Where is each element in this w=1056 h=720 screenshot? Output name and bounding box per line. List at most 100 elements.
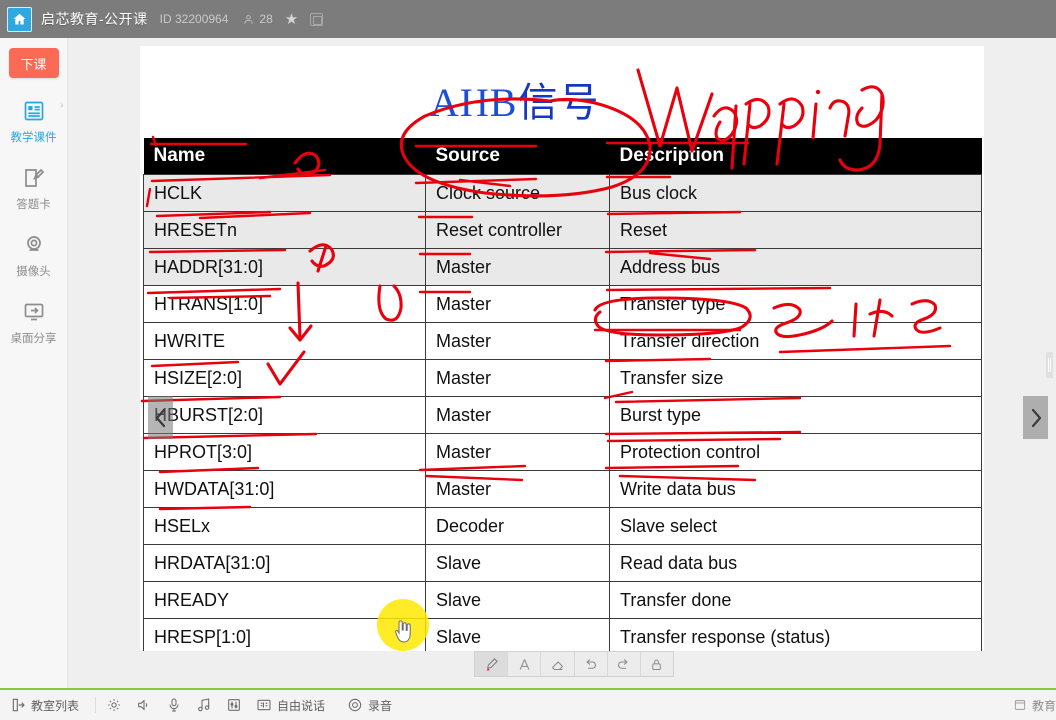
record-label: 录音 bbox=[368, 698, 393, 713]
record-button[interactable]: 录音 bbox=[347, 697, 392, 714]
answer-sheet-icon bbox=[21, 165, 47, 191]
cell-source: Master bbox=[425, 322, 610, 360]
cell-name: HRDATA[31:0] bbox=[143, 544, 426, 582]
table-row: HSIZE[2:0] Master Transfer size bbox=[143, 359, 982, 397]
eraser-tool-button[interactable] bbox=[541, 652, 575, 676]
gear-icon bbox=[108, 699, 120, 711]
window-icon[interactable] bbox=[310, 12, 324, 26]
cell-source: Slave bbox=[425, 544, 610, 582]
music-button[interactable] bbox=[196, 697, 212, 713]
sidebar-item-courseware[interactable]: › 教学课件 bbox=[0, 98, 68, 145]
chevron-left-icon bbox=[155, 408, 165, 427]
page-title: AHB信号 bbox=[430, 70, 599, 128]
cell-source: Master bbox=[425, 359, 610, 397]
exit-arrow-icon bbox=[12, 698, 25, 712]
table-row: HPROT[3:0] Master Protection control bbox=[143, 433, 982, 471]
table-row: HTRANS[1:0] Master Transfer type bbox=[143, 285, 982, 323]
cell-description: Write data bus bbox=[609, 470, 982, 508]
cell-name: HSELx bbox=[143, 507, 426, 545]
table-row: HWDATA[31:0] Master Write data bus bbox=[143, 470, 982, 508]
sidebar-item-label: 摄像头 bbox=[16, 266, 51, 278]
cell-name: HCLK bbox=[143, 174, 426, 212]
cell-name: HTRANS[1:0] bbox=[143, 285, 426, 323]
table-row: HREADY Slave Transfer done bbox=[143, 581, 982, 619]
lock-tool-button[interactable] bbox=[641, 652, 673, 676]
cell-description: Transfer response (status) bbox=[609, 618, 982, 651]
title-bar: 启芯教育-公开课 ID 32200964 28 ★ bbox=[0, 0, 1056, 38]
courseware-icon bbox=[21, 98, 47, 124]
people-icon bbox=[244, 14, 254, 24]
microphone-button[interactable] bbox=[166, 697, 182, 713]
cell-name: HRESETn bbox=[143, 211, 426, 249]
eraser-icon bbox=[551, 660, 564, 670]
cell-description: Read data bus bbox=[609, 544, 982, 582]
slide-prev-button[interactable] bbox=[148, 396, 173, 439]
cell-description: Protection control bbox=[609, 433, 982, 471]
free-talk-label: 自由说话 bbox=[277, 698, 326, 713]
end-class-button[interactable]: 下课 bbox=[8, 48, 59, 78]
sidebar-item-screen-share[interactable]: 桌面分享 bbox=[0, 299, 68, 346]
slide-canvas[interactable]: AHB信号 Name Source Description HCLK Clock… bbox=[140, 46, 984, 651]
free-talk-button[interactable]: 自由说话 bbox=[256, 697, 325, 714]
room-title: 启芯教育-公开课 bbox=[41, 11, 148, 27]
free-talk-icon bbox=[257, 699, 271, 711]
cell-name: HWDATA[31:0] bbox=[143, 470, 426, 508]
home-icon[interactable] bbox=[7, 6, 32, 32]
page-title-latin: AHB bbox=[430, 80, 518, 125]
text-tool-button[interactable] bbox=[508, 652, 542, 676]
star-icon[interactable]: ★ bbox=[285, 12, 298, 27]
speaker-icon bbox=[138, 699, 148, 711]
slide-next-button[interactable] bbox=[1023, 396, 1048, 439]
toolbar-divider bbox=[95, 697, 97, 713]
undo-tool-button[interactable] bbox=[575, 652, 608, 676]
brand-indicator: 教育 bbox=[1013, 697, 1056, 714]
window-frame-icon bbox=[1014, 700, 1026, 710]
hand-cursor-icon bbox=[395, 620, 411, 643]
page-title-cn: 信号 bbox=[517, 80, 600, 125]
classroom-list-button[interactable]: 教室列表 bbox=[10, 697, 79, 714]
sidebar-item-camera[interactable]: 摄像头 bbox=[0, 232, 68, 279]
sidebar-item-answer-sheet[interactable]: 答题卡 bbox=[0, 165, 68, 212]
chevron-right-icon[interactable]: › bbox=[60, 100, 63, 111]
sidebar-item-label: 教学课件 bbox=[10, 132, 57, 144]
speaker-button[interactable] bbox=[136, 697, 152, 713]
cell-description: Address bus bbox=[609, 248, 982, 286]
cell-description: Burst type bbox=[609, 396, 982, 434]
annotation-toolbar bbox=[474, 651, 674, 677]
cell-description: Transfer done bbox=[609, 581, 982, 619]
column-header-name: Name bbox=[143, 138, 426, 175]
cell-source: Reset controller bbox=[425, 211, 610, 249]
equalizer-button[interactable] bbox=[226, 697, 242, 713]
right-panel-collapse-handle[interactable] bbox=[1046, 352, 1053, 378]
pen-icon bbox=[486, 657, 498, 671]
table-row: HRESP[1:0] Slave Transfer response (stat… bbox=[143, 618, 982, 651]
cell-source: Slave bbox=[425, 618, 610, 651]
cell-source: Master bbox=[425, 285, 610, 323]
table-row: HSELx Decoder Slave select bbox=[143, 507, 982, 545]
settings-button[interactable] bbox=[106, 697, 122, 713]
left-sidebar: 下课 › 教学课件 答题卡 摄像头 桌面分享 bbox=[0, 38, 68, 688]
chevron-right-icon bbox=[1031, 408, 1041, 427]
member-count-group: 28 bbox=[242, 12, 273, 26]
record-circle-icon bbox=[348, 698, 362, 712]
cell-source: Master bbox=[425, 248, 610, 286]
redo-tool-button[interactable] bbox=[608, 652, 641, 676]
sidebar-item-label: 桌面分享 bbox=[10, 333, 57, 345]
equalizer-icon bbox=[228, 699, 240, 711]
screen-share-icon bbox=[21, 299, 47, 325]
table-header-row: Name Source Description bbox=[143, 138, 982, 175]
cell-name: HWRITE bbox=[143, 322, 426, 360]
cell-description: Reset bbox=[609, 211, 982, 249]
table-body: HCLK Clock source Bus clock HRESETn Rese… bbox=[143, 174, 982, 651]
cell-name: HADDR[31:0] bbox=[143, 248, 426, 286]
table-row: HRESETn Reset controller Reset bbox=[143, 211, 982, 249]
courseware-stage: AHB信号 Name Source Description HCLK Clock… bbox=[68, 38, 1056, 688]
column-header-source: Source bbox=[425, 138, 610, 175]
pen-tool-button[interactable] bbox=[475, 652, 509, 676]
room-id: ID 32200964 bbox=[159, 12, 229, 26]
column-header-description: Description bbox=[609, 138, 982, 175]
lock-icon bbox=[652, 659, 662, 670]
music-note-icon bbox=[198, 698, 210, 712]
brand-label: 教育 bbox=[1031, 698, 1056, 713]
sidebar-item-label: 答题卡 bbox=[16, 199, 51, 211]
